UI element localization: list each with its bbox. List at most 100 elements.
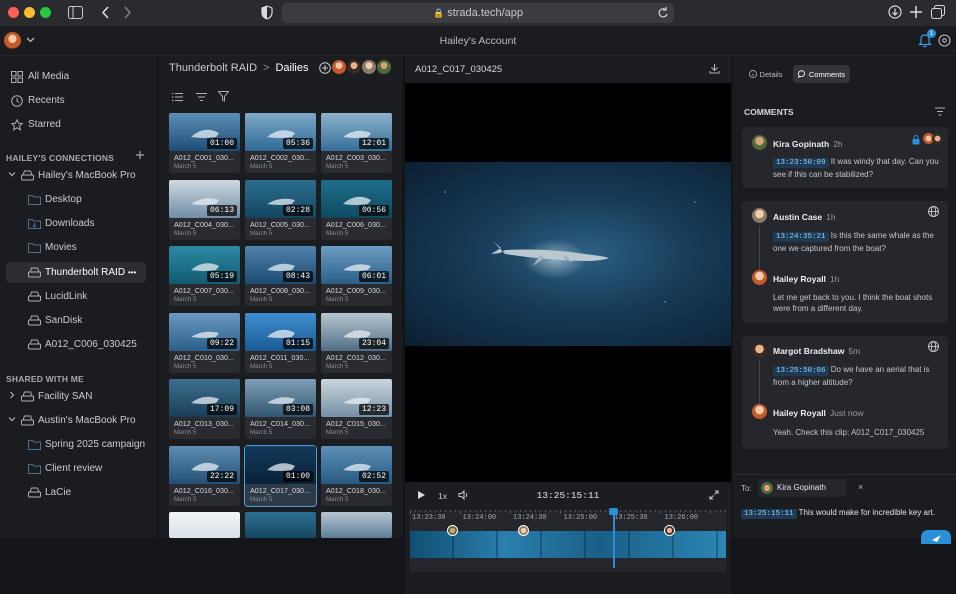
timeline-track[interactable] <box>410 531 726 558</box>
reload-icon[interactable] <box>657 3 669 23</box>
forward-arrow-icon[interactable] <box>122 5 132 20</box>
drive-icon <box>28 487 42 499</box>
send-button[interactable] <box>921 530 951 544</box>
breadcrumb-dailies[interactable]: Dailies <box>275 62 308 74</box>
add-member-plus-icon[interactable] <box>319 62 331 74</box>
sidebar-item-desktop[interactable]: Desktop <box>6 189 146 210</box>
clip-tile[interactable]: 17:09 A012_C013_030... March 5 <box>169 379 240 439</box>
sidebar-item-facility-san[interactable]: Facility SAN <box>6 386 146 407</box>
comment-thread[interactable]: Kira Gopinath 2h 13:23:50:09 It was windy… <box>742 127 948 188</box>
remove-recipient-icon[interactable]: × <box>858 482 863 492</box>
playhead[interactable] <box>613 510 615 568</box>
chevron-down-icon[interactable] <box>8 170 16 182</box>
clip-tile[interactable]: 08:43 A012_C008_030... March 5 <box>245 246 316 306</box>
comment-input[interactable]: 13:25:15:11 This would make for incredib… <box>741 508 935 519</box>
sidebar-item-label: Client review <box>45 463 103 474</box>
sidebar-item-lucidlink[interactable]: LucidLink <box>6 286 146 307</box>
clip-tile[interactable]: 23:04 A012_C012_030... March 5 <box>321 312 392 373</box>
back-arrow-icon[interactable] <box>101 5 111 20</box>
clip-tile[interactable]: 05:36 A012_C002_030... March 5 <box>245 113 316 173</box>
composer-timecode[interactable]: 13:25:15:11 <box>741 509 797 519</box>
globe-icon[interactable] <box>928 206 939 217</box>
clip-tile[interactable]: 01:15 A012_C011_030... March 5 <box>245 312 316 373</box>
shield-icon[interactable] <box>261 5 273 20</box>
tab-comments[interactable]: Comments <box>793 65 850 83</box>
comment-marker[interactable] <box>518 525 529 536</box>
video-player: A012_C017_030425 1x 13:25:15:11 13:23:30… <box>405 56 731 594</box>
sidebar-item-movies[interactable]: Movies <box>6 237 146 258</box>
clip-tile[interactable]: 06:13 A012_C004_030... March 5 <box>169 179 240 240</box>
new-tab-plus-icon[interactable] <box>909 4 923 20</box>
download-circle-icon[interactable] <box>888 5 902 19</box>
sidebar-item-client-review[interactable]: Client review <box>6 458 146 479</box>
more-options-icon[interactable]: ••• <box>128 268 136 277</box>
clip-duration: 03:08 <box>282 404 313 415</box>
member-avatar[interactable] <box>361 59 377 75</box>
comment-thread[interactable]: Margot Bradshaw 5m 13:25:50:06 Do we have… <box>742 336 948 449</box>
timeline[interactable]: 13:23:30 13:24:00 13:24:30 13:25:00 13:25:30… <box>410 508 726 572</box>
sidebar-item-thunderbolt-raid[interactable]: Thunderbolt RAID ••• <box>6 262 146 283</box>
breadcrumb-thunderbolt-raid[interactable]: Thunderbolt RAID <box>169 62 257 74</box>
member-avatar[interactable] <box>376 59 392 75</box>
recipient-chip[interactable]: Kira Gopinath × <box>758 479 863 497</box>
close-window-button[interactable] <box>8 7 19 18</box>
sidebar-toggle-icon[interactable] <box>68 6 83 19</box>
shared-header: SHARED WITH ME <box>6 374 84 384</box>
comment-bubble-icon <box>797 70 806 78</box>
settings-circle-icon[interactable] <box>938 34 951 47</box>
clip-tile[interactable]: 02:52 A012_C018_030... March 5 <box>321 445 392 506</box>
chevron-down-icon[interactable] <box>8 415 16 427</box>
clip-thumbnail[interactable] <box>169 512 240 538</box>
sidebar-item-sandisk[interactable]: SanDisk <box>6 310 146 331</box>
comment-filter-icon[interactable] <box>935 107 945 116</box>
reply-text: Let me get back to you. I think the boat… <box>773 293 933 313</box>
zoom-window-button[interactable] <box>40 7 51 18</box>
tab-details[interactable]: Details <box>743 65 788 83</box>
sidebar-item-lacie[interactable]: LaCie <box>6 482 146 503</box>
clip-tile[interactable]: 01:00 A012_C001_030... March 5 <box>169 113 240 173</box>
clip-tile[interactable]: 22:22 A012_C016_030... March 5 <box>169 445 240 506</box>
video-frame[interactable] <box>405 162 731 346</box>
comment-timecode[interactable]: 13:25:50:06 <box>773 366 829 376</box>
sidebar-item-all-media[interactable]: All Media <box>6 66 146 87</box>
clip-thumbnail[interactable] <box>245 512 316 538</box>
clip-thumbnail[interactable] <box>321 512 392 538</box>
clip-tile[interactable]: 03:08 A012_C014_030... March 5 <box>245 379 316 439</box>
comment-marker[interactable] <box>447 525 458 536</box>
comment-timecode[interactable]: 13:24:35:21 <box>773 232 829 242</box>
sort-icon[interactable] <box>196 92 207 102</box>
clip-tile[interactable]: 06:01 A012_C009_030... March 5 <box>321 246 392 306</box>
sidebar-item-hailey-s-macbook-pro[interactable]: Hailey's MacBook Pro <box>6 165 146 186</box>
minimize-window-button[interactable] <box>24 7 35 18</box>
globe-icon[interactable] <box>928 341 939 352</box>
member-avatar[interactable] <box>346 59 362 75</box>
comment-thread[interactable]: Austin Case 1h 13:24:35:21 Is this the sa… <box>742 201 948 323</box>
clip-tile[interactable]: 09:22 A012_C010_030... March 5 <box>169 312 240 373</box>
comment-timecode[interactable]: 13:23:50:09 <box>773 158 829 168</box>
sidebar-item-austin-s-macbook-pro[interactable]: Austin's MacBook Pro <box>6 410 146 431</box>
chevron-right-icon[interactable] <box>8 391 16 403</box>
sidebar-item-starred[interactable]: Starred <box>6 114 146 135</box>
clip-tile[interactable]: 12:01 A012_C003_030... March 5 <box>321 113 392 173</box>
add-connection-plus-icon[interactable] <box>135 150 145 160</box>
comment-marker[interactable] <box>664 525 675 536</box>
fullscreen-icon[interactable] <box>709 490 719 500</box>
notification-badge: 1 <box>927 29 936 38</box>
sidebar-item-recents[interactable]: Recents <box>6 90 146 111</box>
tabs-overview-icon[interactable] <box>931 5 945 19</box>
sidebar-item-spring-2025-campaign[interactable]: Spring 2025 campaign <box>6 434 146 455</box>
clip-tile[interactable]: 01:00 A012_C017_030... March 5 <box>244 444 317 507</box>
download-icon[interactable] <box>709 63 720 74</box>
clip-tile[interactable]: 12:23 A012_C015_030... March 5 <box>321 379 392 439</box>
address-bar[interactable]: 🔒 strada.tech/app <box>282 3 674 23</box>
sidebar-item-downloads[interactable]: Downloads <box>6 213 146 234</box>
sidebar-item-a012-c006-030425[interactable]: A012_C006_030425 <box>6 334 146 355</box>
clip-tile[interactable]: 02:28 A012_C005_030... March 5 <box>245 179 316 240</box>
clip-duration: 05:36 <box>282 138 313 149</box>
member-avatar[interactable] <box>331 59 347 75</box>
clip-tile[interactable]: 00:56 A012_C006_030... March 5 <box>321 179 392 240</box>
clip-tile[interactable]: 05:19 A012_C007_030... March 5 <box>169 246 240 306</box>
comment-text: 13:24:35:21 Is this the same whale as th… <box>773 231 934 253</box>
list-view-icon[interactable] <box>172 92 183 102</box>
filter-icon[interactable] <box>218 91 229 102</box>
